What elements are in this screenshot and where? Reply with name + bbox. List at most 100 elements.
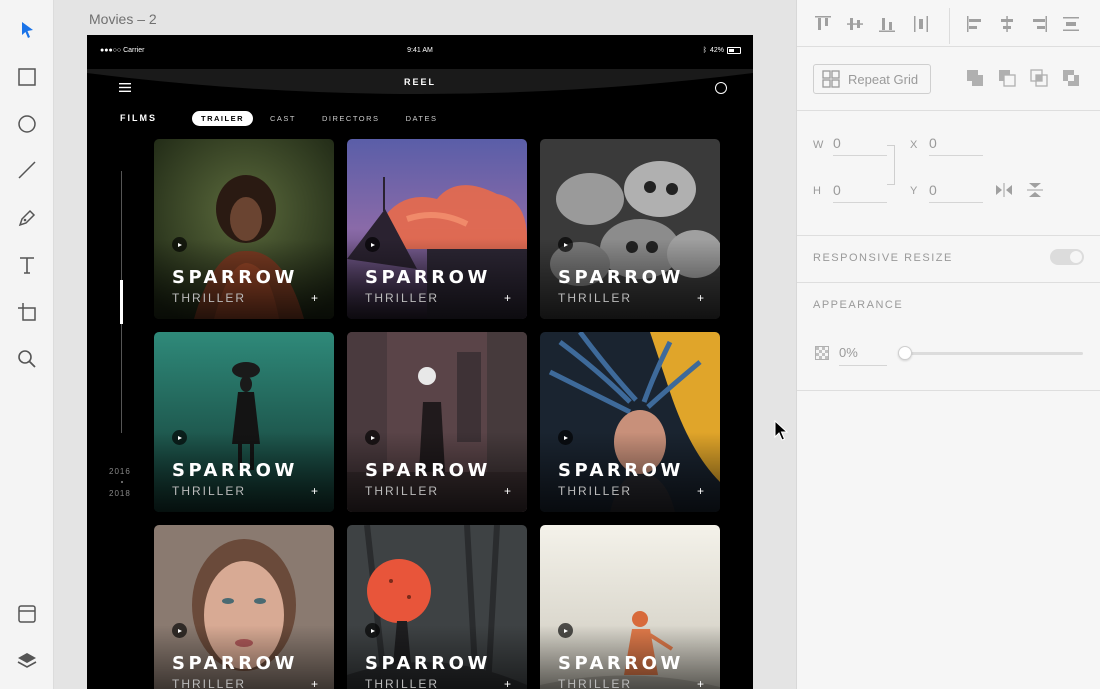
height-label: H bbox=[813, 185, 821, 197]
add-icon[interactable]: + bbox=[697, 677, 704, 689]
movie-title: SPARROW bbox=[558, 653, 684, 674]
responsive-resize-label: RESPONSIVE RESIZE bbox=[813, 252, 953, 264]
app-title: REEL bbox=[403, 77, 436, 87]
play-trailer-button[interactable] bbox=[172, 237, 187, 252]
movie-title: SPARROW bbox=[365, 653, 491, 674]
align-middle-icon[interactable] bbox=[845, 14, 865, 34]
movie-genre: THRILLER bbox=[365, 484, 440, 498]
movie-card[interactable]: SPARROW THRILLER + bbox=[154, 332, 334, 512]
play-trailer-button[interactable] bbox=[172, 623, 187, 638]
add-icon[interactable]: + bbox=[311, 677, 318, 689]
movie-title: SPARROW bbox=[558, 267, 684, 288]
timeline-separator bbox=[121, 481, 123, 483]
add-icon[interactable]: + bbox=[311, 291, 318, 305]
battery-indicator: ᛒ 42% bbox=[703, 47, 741, 54]
movie-genre: THRILLER bbox=[365, 291, 440, 305]
play-trailer-button[interactable] bbox=[172, 430, 187, 445]
play-trailer-button[interactable] bbox=[558, 430, 573, 445]
movie-title: SPARROW bbox=[172, 653, 298, 674]
ellipse-tool-icon[interactable] bbox=[13, 110, 41, 138]
movie-title: SPARROW bbox=[172, 267, 298, 288]
movie-card[interactable]: SPARROW THRILLER + bbox=[154, 139, 334, 319]
x-input[interactable]: 0 bbox=[929, 135, 983, 156]
boolean-intersect-icon[interactable] bbox=[1029, 68, 1049, 88]
appearance-label: APPEARANCE bbox=[813, 299, 904, 311]
movie-card[interactable]: SPARROW THRILLER + bbox=[347, 525, 527, 689]
play-trailer-button[interactable] bbox=[558, 623, 573, 638]
movie-genre: THRILLER bbox=[558, 484, 633, 498]
rectangle-tool-icon[interactable] bbox=[13, 63, 41, 91]
tab-cast[interactable]: CAST bbox=[261, 111, 305, 126]
profile-icon[interactable] bbox=[715, 82, 727, 94]
play-trailer-button[interactable] bbox=[365, 430, 380, 445]
artboard-tool-icon[interactable] bbox=[13, 298, 41, 326]
status-bar: ●●●○○ Carrier 9:41 AM ᛒ 42% bbox=[87, 35, 753, 69]
movie-card[interactable]: SPARROW THRILLER + bbox=[540, 139, 720, 319]
layers-panel-icon[interactable] bbox=[13, 647, 41, 675]
timeline-thumb[interactable] bbox=[120, 280, 123, 324]
timeline-start-year: 2016 bbox=[109, 467, 131, 476]
movie-genre: THRILLER bbox=[172, 291, 247, 305]
distribute-vertical-icon[interactable] bbox=[1061, 14, 1081, 34]
tool-bar bbox=[0, 0, 54, 689]
add-icon[interactable]: + bbox=[504, 484, 511, 498]
tab-dates[interactable]: DATES bbox=[397, 111, 447, 126]
add-icon[interactable]: + bbox=[504, 677, 511, 689]
opacity-slider-track[interactable] bbox=[905, 352, 1083, 355]
movie-title: SPARROW bbox=[558, 460, 684, 481]
lock-aspect-icon[interactable] bbox=[887, 145, 895, 185]
movie-card[interactable]: SPARROW THRILLER + bbox=[540, 525, 720, 689]
play-trailer-button[interactable] bbox=[558, 237, 573, 252]
artboard-title[interactable]: Movies – 2 bbox=[89, 11, 157, 27]
width-input[interactable]: 0 bbox=[833, 135, 887, 156]
line-tool-icon[interactable] bbox=[13, 156, 41, 184]
battery-percent: 42% bbox=[709, 47, 724, 54]
zoom-tool-icon[interactable] bbox=[13, 345, 41, 373]
align-top-icon[interactable] bbox=[813, 14, 833, 34]
boolean-subtract-icon[interactable] bbox=[997, 68, 1017, 88]
distribute-horizontal-icon[interactable] bbox=[911, 14, 931, 34]
boolean-exclude-icon[interactable] bbox=[1061, 68, 1081, 88]
repeat-grid-icon bbox=[822, 70, 840, 88]
align-left-icon[interactable] bbox=[965, 14, 985, 34]
text-tool-icon[interactable] bbox=[13, 251, 41, 279]
movie-title: SPARROW bbox=[172, 460, 298, 481]
align-right-icon[interactable] bbox=[1029, 14, 1049, 34]
add-icon[interactable]: + bbox=[311, 484, 318, 498]
height-input[interactable]: 0 bbox=[833, 182, 887, 203]
nav-bar-background bbox=[87, 69, 753, 94]
add-icon[interactable]: + bbox=[697, 291, 704, 305]
align-bottom-icon[interactable] bbox=[877, 14, 897, 34]
tab-directors[interactable]: DIRECTORS bbox=[313, 111, 389, 126]
y-input[interactable]: 0 bbox=[929, 182, 983, 203]
play-trailer-button[interactable] bbox=[365, 237, 380, 252]
pen-tool-icon[interactable] bbox=[13, 204, 41, 232]
movie-genre: THRILLER bbox=[365, 677, 440, 689]
timeline-end-year: 2018 bbox=[109, 489, 131, 498]
bluetooth-icon: ᛒ bbox=[702, 47, 707, 54]
movie-card[interactable]: SPARROW THRILLER + bbox=[347, 139, 527, 319]
boolean-add-icon[interactable] bbox=[965, 68, 985, 88]
status-time: 9:41 AM bbox=[407, 47, 433, 54]
repeat-grid-button[interactable]: Repeat Grid bbox=[813, 64, 931, 94]
movie-genre: THRILLER bbox=[172, 677, 247, 689]
opacity-slider-handle[interactable] bbox=[898, 346, 912, 360]
movie-card[interactable]: SPARROW THRILLER + bbox=[154, 525, 334, 689]
movie-title: SPARROW bbox=[365, 267, 491, 288]
align-center-icon[interactable] bbox=[997, 14, 1017, 34]
responsive-resize-toggle[interactable] bbox=[1050, 249, 1084, 265]
add-icon[interactable]: + bbox=[697, 484, 704, 498]
select-tool-icon[interactable] bbox=[13, 16, 41, 44]
movie-card[interactable]: SPARROW THRILLER + bbox=[540, 332, 720, 512]
assets-panel-icon[interactable] bbox=[13, 600, 41, 628]
opacity-input[interactable]: 0% bbox=[839, 345, 887, 366]
design-canvas[interactable]: Movies – 2 ●●●○○ Carrier 9:41 AM ᛒ 42% R… bbox=[55, 0, 796, 689]
play-trailer-button[interactable] bbox=[365, 623, 380, 638]
movie-card[interactable]: SPARROW THRILLER + bbox=[347, 332, 527, 512]
tab-trailer[interactable]: TRAILER bbox=[192, 111, 253, 126]
artboard[interactable]: ●●●○○ Carrier 9:41 AM ᛒ 42% REEL FILMS T… bbox=[87, 35, 753, 689]
add-icon[interactable]: + bbox=[504, 291, 511, 305]
x-label: X bbox=[910, 139, 918, 151]
flip-vertical-icon[interactable] bbox=[1026, 182, 1044, 198]
flip-horizontal-icon[interactable] bbox=[995, 182, 1013, 198]
